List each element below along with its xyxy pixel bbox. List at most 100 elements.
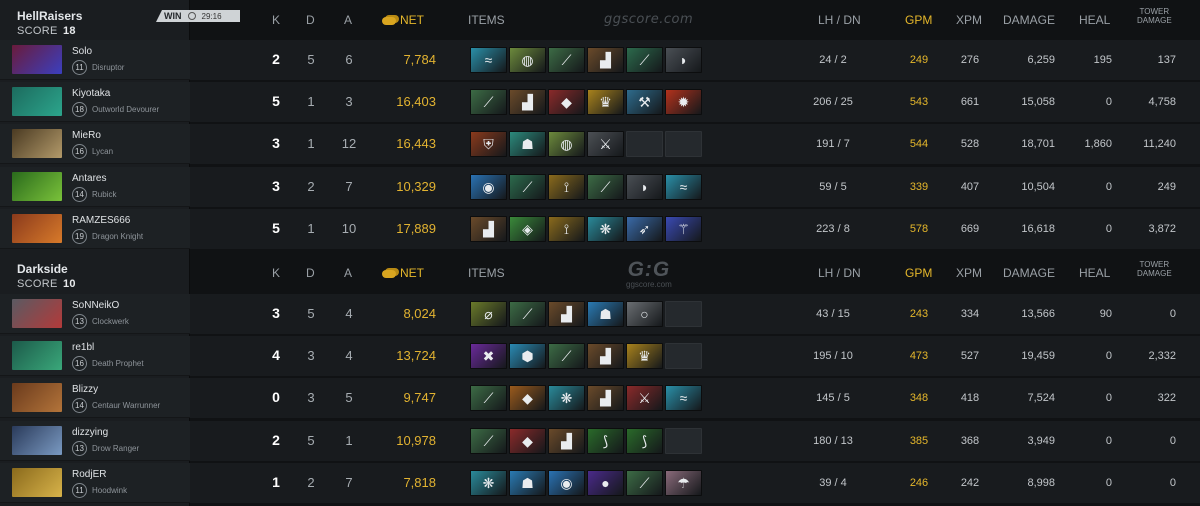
last-hits-denies: 145 / 5 (816, 392, 850, 405)
helm-icon[interactable]: ♛ (626, 343, 663, 370)
player-name[interactable]: RodjER (72, 469, 106, 480)
orb-purple-icon[interactable]: ● (587, 469, 624, 496)
xpm: 334 (960, 308, 980, 320)
player-row[interactable]: MieRo 16 Lycan 3 1 12 16,443 ⛨ ☗ ◍ ⚔ 191 / … (0, 124, 1200, 165)
net-worth: 10,329 (396, 178, 436, 194)
claw-icon[interactable]: ⟟ (548, 173, 585, 200)
col-tower-damage-line2: DAMAGE (1137, 16, 1172, 25)
hero-portrait[interactable] (12, 87, 62, 117)
staff-icon[interactable]: ⟋ (470, 427, 507, 454)
player-row[interactable]: Blizzy 14 Centaur Warrunner 0 3 5 9,747 … (0, 378, 1200, 419)
orb-fire-icon[interactable]: ✹ (665, 89, 702, 116)
player-row[interactable]: SoNNeikO 13 Clockwerk 3 5 4 8,024 ⌀ ⟋ ▟ ☗ ○ … (0, 294, 1200, 335)
wind-lace-icon[interactable]: ≈ (665, 173, 702, 200)
wind-lace-icon[interactable]: ≈ (470, 47, 507, 73)
fan-icon[interactable]: ❋ (587, 215, 624, 242)
fan-icon[interactable]: ❋ (548, 385, 585, 412)
boots-icon[interactable]: ▟ (470, 215, 507, 242)
claw-icon[interactable]: ⟟ (548, 215, 585, 242)
player-row[interactable]: Solo 11 Disruptor 2 5 6 7,784 ≈ ◍ ⟋ ▟ ⟋ ◗ 24 … (0, 40, 1200, 81)
orb-blue-icon[interactable]: ◉ (548, 469, 585, 496)
staff-icon[interactable]: ⟋ (587, 173, 624, 200)
staff-icon[interactable]: ⟋ (626, 469, 663, 496)
mask-gold-icon[interactable]: ◆ (509, 385, 546, 412)
boots-icon[interactable]: ▟ (509, 89, 546, 116)
staff-green-icon[interactable]: ⟋ (626, 47, 663, 73)
boots-icon[interactable]: ▟ (587, 343, 624, 370)
player-row[interactable]: RAMZES666 19 Dragon Knight 5 1 10 17,889… (0, 208, 1200, 250)
axe-red-icon[interactable]: ⚔ (626, 385, 663, 412)
boots-icon[interactable]: ▟ (548, 427, 585, 454)
boots-icon[interactable]: ▟ (548, 301, 585, 327)
player-name[interactable]: Solo (72, 46, 92, 57)
cloak-icon[interactable]: ☂ (665, 469, 702, 496)
staff-icon[interactable]: ⟋ (548, 47, 585, 73)
team-name[interactable]: Darkside (17, 262, 68, 276)
staff-green-icon[interactable]: ⟋ (509, 173, 546, 200)
mask-icon[interactable]: ◆ (509, 427, 546, 454)
hero-portrait[interactable] (12, 425, 62, 455)
hero-portrait[interactable] (12, 45, 62, 74)
boots-icon[interactable]: ▟ (587, 47, 624, 73)
bracer-icon[interactable]: ⟆ (587, 427, 624, 454)
hero-name: Clockwerk (92, 317, 129, 326)
crystal-icon[interactable]: ⬢ (509, 343, 546, 370)
wind-lace-icon[interactable]: ≈ (665, 385, 702, 412)
player-name[interactable]: MieRo (72, 130, 101, 141)
col-heal: HEAL (1079, 13, 1111, 27)
ring-icon[interactable]: ⌀ (470, 301, 507, 327)
hero-portrait[interactable] (12, 129, 62, 159)
player-row[interactable]: re1bl 16 Death Prophet 4 3 4 13,724 ✖ ⬢ ⟋ ▟… (0, 336, 1200, 377)
mask-icon[interactable]: ◆ (548, 89, 585, 116)
boots-icon[interactable]: ▟ (587, 385, 624, 412)
player-name[interactable]: re1bl (72, 342, 94, 353)
axe-icon[interactable]: ⚔ (587, 131, 624, 158)
blade-icon[interactable]: ◗ (626, 173, 663, 200)
assists: 10 (341, 220, 357, 236)
player-row[interactable]: Kiyotaka 18 Outworld Devourer 5 1 3 16,4… (0, 82, 1200, 123)
hero-damage: 3,949 (1027, 434, 1055, 447)
orb-blue-icon[interactable]: ◉ (470, 173, 507, 200)
skull-blue-icon[interactable]: ☗ (509, 469, 546, 496)
gem-green-icon[interactable]: ◈ (509, 215, 546, 242)
player-row[interactable]: dizzying 13 Drow Ranger 2 5 1 10,978 ⟋ ◆ ▟… (0, 420, 1200, 462)
armor-icon[interactable]: ⛨ (470, 131, 507, 158)
staff-icon[interactable]: ⟋ (548, 343, 585, 370)
spear-icon[interactable]: ➶ (626, 215, 663, 242)
drum-icon[interactable]: ◍ (509, 47, 546, 73)
col-net: NET (382, 13, 424, 27)
staff-icon[interactable]: ⟋ (470, 89, 507, 116)
ring-silver-icon[interactable]: ○ (626, 301, 663, 327)
drum-icon[interactable]: ◍ (548, 131, 585, 158)
scythe-icon[interactable]: ⚒ (626, 89, 663, 116)
watermark-text: ggscore.com (604, 12, 694, 27)
cross-icon[interactable]: ✖ (470, 343, 507, 370)
col-net: NET (382, 266, 424, 280)
player-name[interactable]: SoNNeikO (72, 300, 119, 311)
hero-portrait[interactable] (12, 299, 62, 328)
player-name[interactable]: Blizzy (72, 384, 98, 395)
hero-portrait[interactable] (12, 341, 62, 371)
col-deaths: D (306, 266, 315, 280)
hero-portrait[interactable] (12, 383, 62, 413)
skull-blue-icon[interactable]: ☗ (587, 301, 624, 327)
bracer-icon[interactable]: ⟆ (626, 427, 663, 454)
player-name[interactable]: RAMZES666 (72, 215, 130, 226)
scepter-icon[interactable]: ⚚ (665, 215, 702, 242)
player-name[interactable]: Antares (72, 173, 106, 184)
player-row[interactable]: Antares 14 Rubick 3 2 7 10,329 ◉ ⟋ ⟟ ⟋ ◗ ≈ 59… (0, 166, 1200, 208)
hero-portrait[interactable] (12, 213, 62, 243)
player-name[interactable]: dizzying (72, 427, 108, 438)
blade-icon[interactable]: ◗ (665, 47, 702, 73)
fan-icon[interactable]: ❋ (470, 469, 507, 496)
staff-icon[interactable]: ⟋ (509, 301, 546, 327)
staff-icon[interactable]: ⟋ (470, 385, 507, 412)
player-name[interactable]: Kiyotaka (72, 88, 110, 99)
hero-portrait[interactable] (12, 467, 62, 497)
team-name[interactable]: HellRaisers (17, 9, 82, 23)
helm-icon[interactable]: ♛ (587, 89, 624, 116)
hero-portrait[interactable] (12, 171, 62, 201)
skull-icon[interactable]: ☗ (509, 131, 546, 158)
player-row[interactable]: RodjER 11 Hoodwink 1 2 7 7,818 ❋ ☗ ◉ ● ⟋ ☂ 39… (0, 462, 1200, 504)
last-hits-denies: 180 / 13 (813, 434, 853, 447)
